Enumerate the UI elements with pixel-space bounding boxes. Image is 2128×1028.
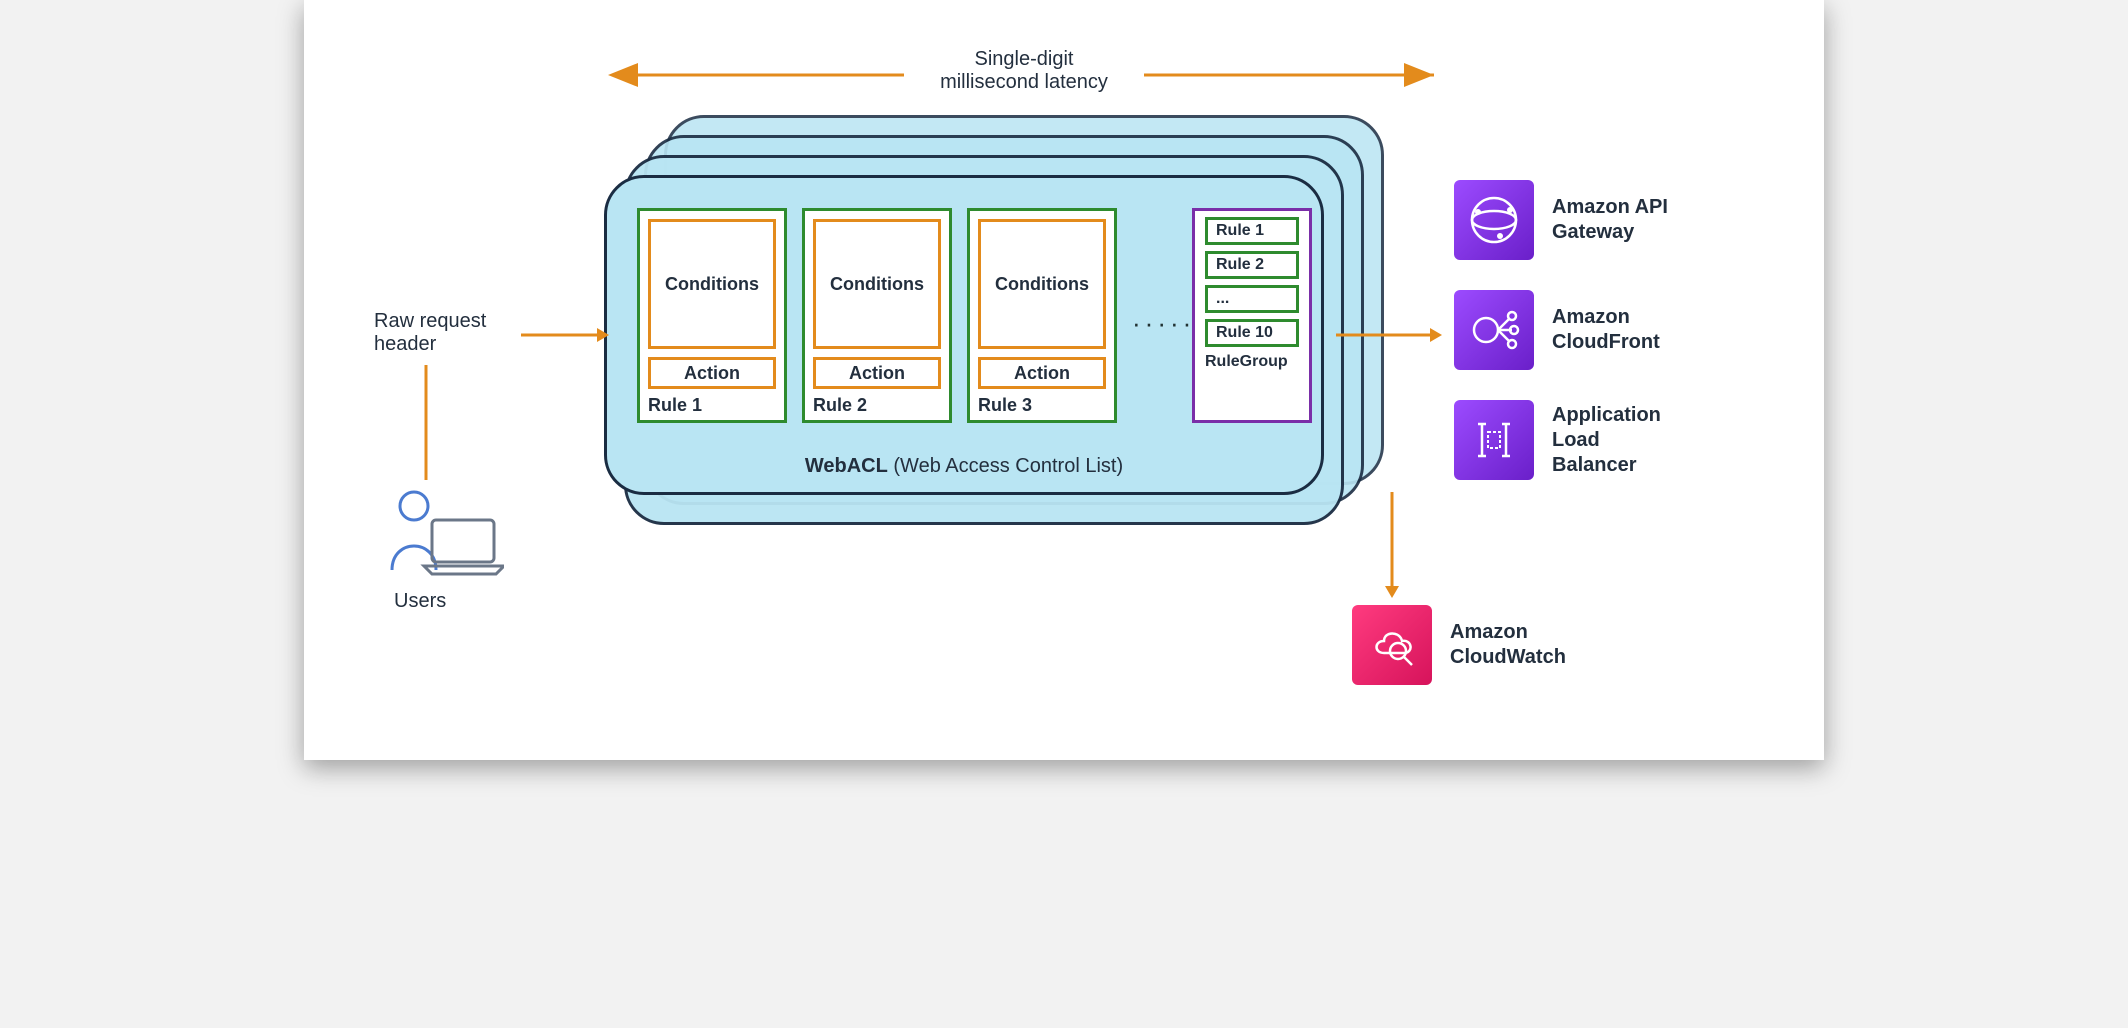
- rule-1-label: Rule 1: [648, 395, 702, 416]
- users-label: Users: [394, 590, 446, 613]
- rule-2-label: Rule 2: [813, 395, 867, 416]
- users-icon: [374, 478, 504, 588]
- arrow-raw-to-webacl: [519, 320, 609, 350]
- rule-3-conditions: Conditions: [978, 219, 1106, 349]
- raw-request-label: Raw request header: [374, 310, 486, 356]
- webacl-title-bold: WebACL: [805, 455, 888, 477]
- rulegroup-label: RuleGroup: [1205, 353, 1299, 371]
- cloudfront-icon: [1454, 290, 1534, 370]
- raw-line1: Raw request: [374, 310, 486, 333]
- latency-label: Single-digit millisecond latency: [914, 48, 1134, 94]
- rule-1-box: Conditions Action Rule 1: [637, 208, 787, 423]
- rulegroup-item-4: Rule 10: [1205, 319, 1299, 347]
- rule-3-action: Action: [978, 357, 1106, 389]
- alb-icon: [1454, 400, 1534, 480]
- rule-3-label: Rule 3: [978, 395, 1032, 416]
- latency-line1: Single-digit: [914, 48, 1134, 71]
- cloudwatch-icon: [1352, 605, 1432, 685]
- cloudwatch-label: Amazon CloudWatch: [1450, 620, 1566, 670]
- webacl-title-rest: (Web Access Control List): [888, 455, 1123, 477]
- webacl-card-front: Conditions Action Rule 1 Conditions Acti…: [604, 175, 1324, 495]
- line-raw-to-users: [424, 365, 428, 480]
- rule-3-box: Conditions Action Rule 3: [967, 208, 1117, 423]
- arrow-webacl-to-cloudwatch: [1377, 490, 1407, 600]
- cloudfront-label: Amazon CloudFront: [1552, 305, 1660, 355]
- diagram-canvas: Single-digit millisecond latency Conditi…: [304, 0, 1824, 760]
- api-gateway-icon: [1454, 180, 1534, 260]
- rule-1-action: Action: [648, 357, 776, 389]
- rule-2-conditions: Conditions: [813, 219, 941, 349]
- raw-line2: header: [374, 333, 486, 356]
- rule-2-action: Action: [813, 357, 941, 389]
- latency-line2: millisecond latency: [914, 71, 1134, 94]
- rulegroup-item-3: ...: [1205, 285, 1299, 313]
- service-alb: Application Load Balancer: [1454, 400, 1661, 480]
- webacl-title: WebACL (Web Access Control List): [607, 455, 1321, 478]
- api-gateway-label: Amazon API Gateway: [1552, 195, 1668, 245]
- rulegroup-item-1: Rule 1: [1205, 217, 1299, 245]
- service-cloudwatch: Amazon CloudWatch: [1352, 605, 1566, 685]
- rule-2-box: Conditions Action Rule 2: [802, 208, 952, 423]
- rulegroup-box: Rule 1 Rule 2 ... Rule 10 RuleGroup: [1192, 208, 1312, 423]
- rulegroup-item-2: Rule 2: [1205, 251, 1299, 279]
- service-cloudfront: Amazon CloudFront: [1454, 290, 1660, 370]
- arrow-webacl-to-services: [1334, 320, 1444, 350]
- service-api-gateway: Amazon API Gateway: [1454, 180, 1668, 260]
- alb-label: Application Load Balancer: [1552, 403, 1661, 478]
- rule-1-conditions: Conditions: [648, 219, 776, 349]
